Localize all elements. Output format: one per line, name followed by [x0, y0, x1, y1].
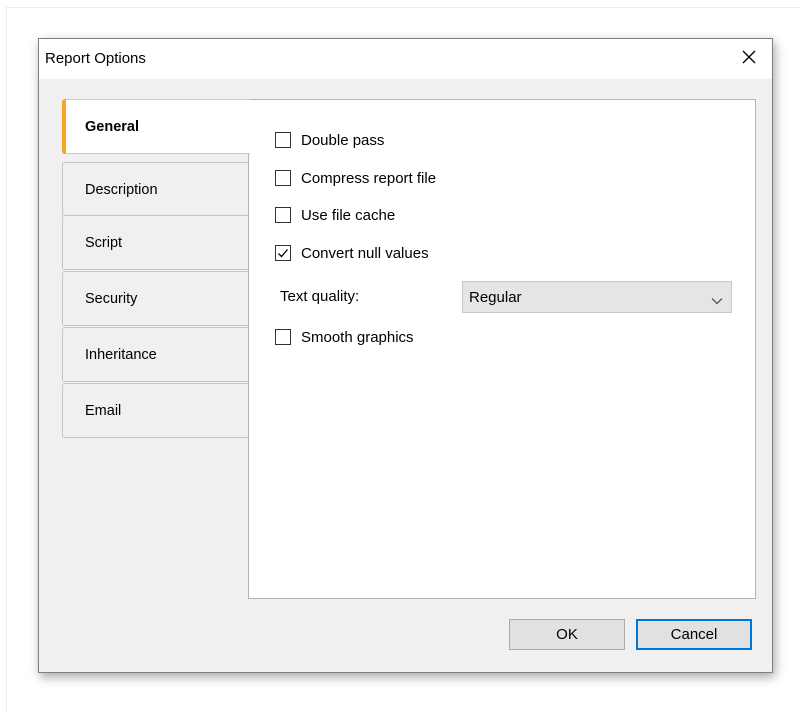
double-pass-checkbox[interactable]	[275, 132, 291, 148]
title-bar: Report Options	[39, 39, 772, 79]
tab-description[interactable]: Description	[62, 162, 248, 217]
compress-report-file-label: Compress report file	[301, 169, 437, 187]
general-panel: Double pass Compress report file Use fil…	[248, 99, 756, 599]
report-options-dialog: Report Options General Description Scrip…	[38, 38, 773, 673]
chevron-down-icon	[711, 292, 723, 309]
smooth-graphics-option[interactable]: Smooth graphics	[275, 326, 414, 348]
convert-null-values-option[interactable]: Convert null values	[275, 242, 429, 264]
tab-script[interactable]: Script	[62, 215, 248, 270]
dialog-title: Report Options	[45, 50, 146, 67]
compress-report-file-checkbox[interactable]	[275, 170, 291, 186]
tab-inheritance-label: Inheritance	[85, 346, 157, 363]
close-button[interactable]	[726, 39, 772, 79]
tab-description-label: Description	[85, 181, 158, 198]
convert-null-values-checkbox[interactable]	[275, 245, 291, 261]
close-icon	[741, 49, 757, 69]
tab-security-label: Security	[85, 290, 138, 307]
tab-general-label: General	[85, 118, 139, 135]
double-pass-label: Double pass	[301, 131, 385, 149]
use-file-cache-checkbox[interactable]	[275, 207, 291, 223]
tab-email-label: Email	[85, 402, 122, 419]
checkmark-icon	[278, 249, 288, 258]
tab-security[interactable]: Security	[62, 271, 248, 326]
text-quality-select[interactable]: Regular	[462, 281, 732, 313]
smooth-graphics-label: Smooth graphics	[301, 328, 414, 346]
smooth-graphics-checkbox[interactable]	[275, 329, 291, 345]
tab-email[interactable]: Email	[62, 383, 248, 438]
tab-inheritance[interactable]: Inheritance	[62, 327, 248, 382]
use-file-cache-option[interactable]: Use file cache	[275, 204, 395, 226]
compress-report-file-option[interactable]: Compress report file	[275, 167, 436, 189]
tab-general[interactable]: General	[62, 99, 250, 154]
double-pass-option[interactable]: Double pass	[275, 129, 384, 151]
use-file-cache-label: Use file cache	[301, 206, 396, 224]
convert-null-values-label: Convert null values	[301, 244, 429, 262]
text-quality-value: Regular	[469, 288, 522, 306]
ok-button[interactable]: OK	[509, 619, 625, 650]
tab-script-label: Script	[85, 234, 123, 251]
cancel-button[interactable]: Cancel	[636, 619, 752, 650]
text-quality-label: Text quality:	[280, 288, 360, 305]
